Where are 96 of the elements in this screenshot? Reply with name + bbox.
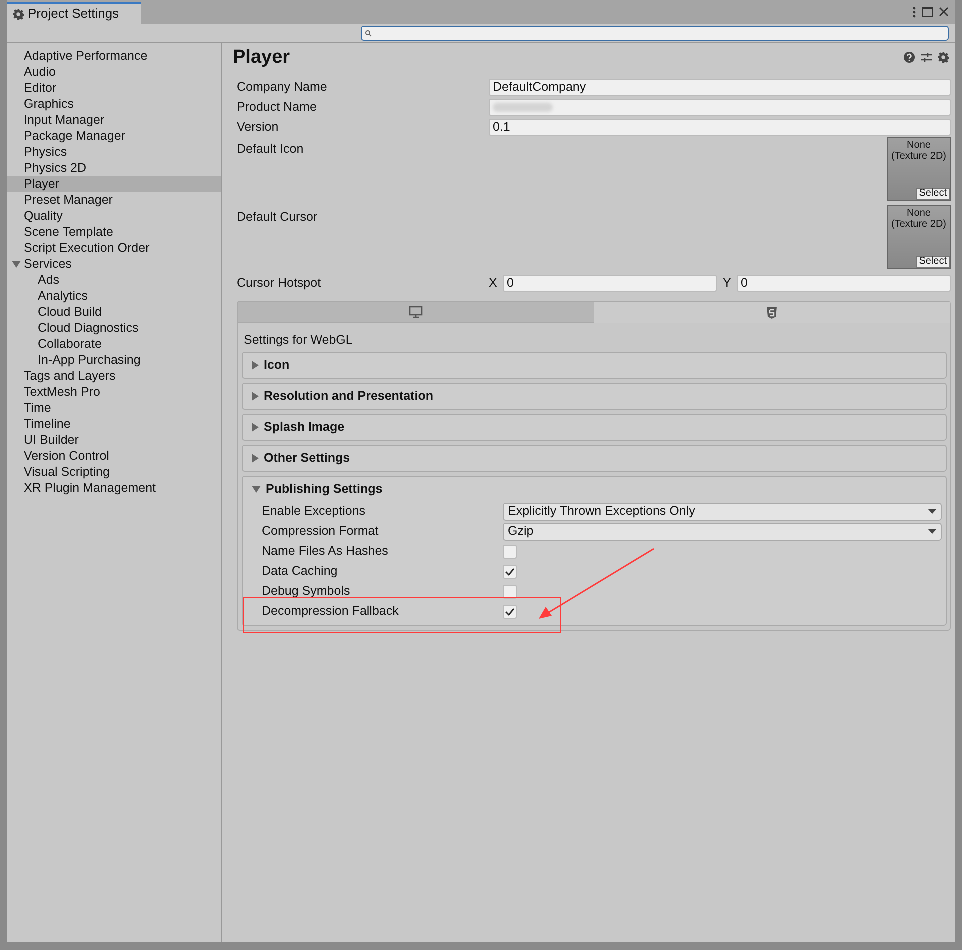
field-label: Version — [237, 118, 280, 136]
texture-slot[interactable]: None (Texture 2D) Select — [887, 205, 951, 269]
text-field[interactable]: DefaultCompany — [489, 78, 951, 96]
field-label: Cursor Hotspot — [237, 274, 322, 292]
setting-label: Debug Symbols — [262, 583, 352, 600]
checkbox[interactable] — [503, 584, 517, 599]
foldout-header[interactable]: Publishing Settings — [243, 476, 946, 502]
sidebar-item[interactable]: Analytics — [7, 288, 221, 304]
sidebar-item[interactable]: Script Execution Order — [7, 240, 221, 256]
sidebar-item[interactable]: UI Builder — [7, 432, 221, 448]
caret-down-icon — [252, 486, 261, 493]
field-label: Default Icon — [237, 141, 305, 158]
foldout-header[interactable]: Resolution and Presentation — [243, 384, 946, 409]
foldout-title: Splash Image — [264, 418, 345, 436]
setting-label: Name Files As Hashes — [262, 543, 390, 560]
help-icon[interactable] — [904, 52, 915, 63]
window-title: Project Settings — [28, 5, 120, 24]
sidebar-item[interactable]: Physics 2D — [7, 160, 221, 176]
caret-down-icon — [928, 529, 937, 534]
number-field[interactable]: 0 — [737, 274, 951, 292]
sidebar-item[interactable]: Physics — [7, 144, 221, 160]
field-label: Company Name — [237, 78, 328, 96]
sidebar-item[interactable]: Cloud Build — [7, 304, 221, 320]
axis-label: Y — [723, 274, 732, 292]
settings-icon[interactable] — [938, 52, 949, 63]
caret-right-icon — [252, 454, 259, 463]
sidebar-item[interactable]: TextMesh Pro — [7, 384, 221, 400]
sidebar-item[interactable]: In-App Purchasing — [7, 352, 221, 368]
sliders-icon[interactable] — [921, 52, 932, 63]
sidebar-item[interactable]: Visual Scripting — [7, 464, 221, 480]
dropdown-value: Gzip — [508, 523, 535, 540]
dropdown[interactable]: Gzip — [503, 522, 942, 541]
search-field[interactable] — [361, 26, 949, 40]
texture-name: None (Texture 2D) — [891, 208, 946, 230]
sidebar-item[interactable]: Collaborate — [7, 336, 221, 352]
foldout-title: Publishing Settings — [266, 480, 383, 498]
sidebar-item[interactable]: Adaptive Performance — [7, 48, 221, 64]
sidebar-item[interactable]: Ads — [7, 272, 221, 288]
monitor-icon — [409, 306, 423, 318]
caret-down-icon — [928, 509, 937, 514]
sidebar-item[interactable]: Audio — [7, 64, 221, 80]
dropdown[interactable]: Explicitly Thrown Exceptions Only — [503, 502, 942, 521]
maximize-icon[interactable] — [922, 7, 933, 17]
sidebar-item[interactable]: Input Manager — [7, 112, 221, 128]
text-field[interactable]: 0.1 — [489, 118, 951, 136]
field-label: Default Cursor — [237, 209, 319, 226]
page-title: Player — [232, 46, 290, 70]
sidebar-item[interactable]: XR Plugin Management — [7, 480, 221, 496]
sidebar-item[interactable]: Graphics — [7, 96, 221, 112]
sidebar-item[interactable]: Preset Manager — [7, 192, 221, 208]
caret-down-icon[interactable] — [12, 260, 21, 268]
caret-right-icon — [252, 422, 259, 432]
foldout-title: Icon — [264, 356, 290, 374]
search-icon — [365, 30, 372, 36]
foldout-header[interactable]: Splash Image — [243, 414, 946, 440]
setting-label: Decompression Fallback — [262, 603, 400, 620]
checkmark-icon — [505, 568, 515, 576]
checkbox[interactable] — [503, 564, 517, 579]
sidebar-item[interactable]: Scene Template — [7, 224, 221, 240]
foldout-header[interactable]: Other Settings — [243, 446, 946, 471]
checkbox[interactable] — [503, 604, 517, 619]
texture-slot[interactable]: None (Texture 2D) Select — [887, 137, 951, 201]
select-button[interactable]: Select — [916, 256, 950, 268]
texture-name: None (Texture 2D) — [891, 140, 946, 162]
sidebar-item[interactable]: Version Control — [7, 448, 221, 464]
number-field[interactable]: 0 — [503, 274, 717, 292]
checkmark-icon — [505, 608, 515, 616]
dropdown-value: Explicitly Thrown Exceptions Only — [508, 503, 696, 520]
foldout-title: Resolution and Presentation — [264, 388, 434, 405]
foldout-title: Other Settings — [264, 450, 350, 467]
platform-caption: Settings for WebGL — [243, 332, 354, 349]
foldout-header[interactable]: Icon — [243, 352, 946, 378]
field-label: Product Name — [237, 98, 318, 116]
caret-right-icon — [252, 392, 259, 401]
gear-icon — [13, 8, 24, 20]
caret-right-icon — [252, 360, 259, 370]
checkbox[interactable] — [503, 544, 517, 559]
sidebar-item[interactable]: Editor — [7, 80, 221, 96]
shield-icon — [767, 306, 777, 318]
sidebar-item[interactable]: Cloud Diagnostics — [7, 320, 221, 336]
sidebar-item[interactable]: Package Manager — [7, 128, 221, 144]
close-icon[interactable] — [939, 7, 949, 17]
setting-label: Enable Exceptions — [262, 503, 367, 520]
text-field[interactable] — [489, 98, 951, 116]
axis-label: X — [489, 274, 498, 292]
setting-label: Data Caching — [262, 563, 339, 580]
more-icon[interactable] — [913, 6, 916, 18]
sidebar-item[interactable]: Tags and Layers — [7, 368, 221, 384]
setting-label: Compression Format — [262, 523, 380, 540]
sidebar-item[interactable]: Services — [7, 256, 221, 272]
select-button[interactable]: Select — [916, 188, 950, 200]
window-tab[interactable]: Project Settings — [7, 2, 142, 24]
sidebar-item[interactable]: Quality — [7, 208, 221, 224]
sidebar-item[interactable]: Player — [7, 176, 221, 192]
sidebar-item[interactable]: Time — [7, 400, 221, 416]
sidebar-item[interactable]: Timeline — [7, 416, 221, 432]
